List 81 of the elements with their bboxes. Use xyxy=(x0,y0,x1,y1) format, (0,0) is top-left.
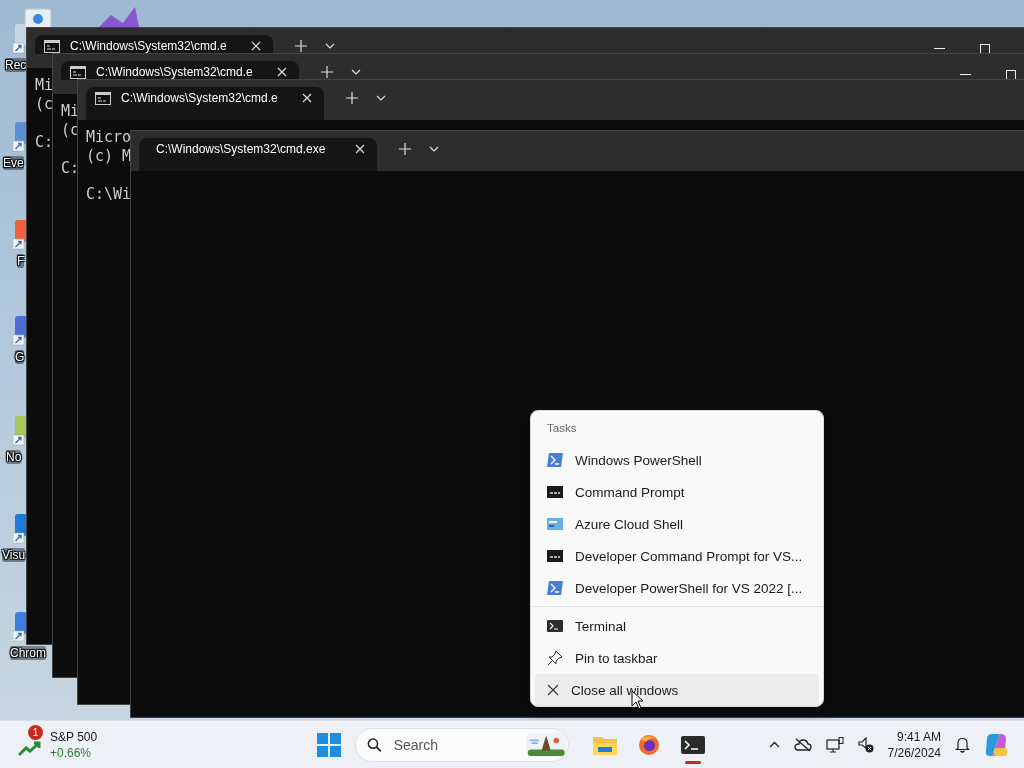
close-icon[interactable] xyxy=(277,67,287,77)
chevron-down-icon[interactable] xyxy=(351,69,361,75)
desktop-icon-label[interactable]: Eve xyxy=(3,156,24,170)
menu-heading: Tasks xyxy=(546,421,578,436)
desktop-icon-label[interactable]: Chrom xyxy=(10,646,46,660)
browser-icon xyxy=(638,733,660,756)
tab-title: C:\Windows\System32\cmd.e xyxy=(121,91,279,105)
desktop-icon-label[interactable]: Rec xyxy=(5,58,27,72)
plus-icon[interactable] xyxy=(295,40,307,52)
running-indicator xyxy=(685,760,701,764)
menu-item[interactable]: Windows PowerShell xyxy=(535,444,819,476)
menu-item[interactable]: Close all windows xyxy=(535,674,819,706)
terminal-icon xyxy=(547,620,563,632)
chevron-down-icon[interactable] xyxy=(429,146,439,152)
command-prompt-icon xyxy=(547,550,563,562)
tab[interactable]: C:\Windows\System32\cmd.exe xyxy=(139,138,377,171)
console-text: (c xyxy=(35,95,54,114)
console-text: Mi xyxy=(35,76,54,95)
console-text: (c) M xyxy=(86,147,132,166)
tab-title: C:\Windows\System32\cmd.e xyxy=(70,39,228,53)
desktop-icon-label[interactable]: No xyxy=(6,450,22,464)
tab-title: C:\Windows\System32\cmd.exe xyxy=(155,142,327,156)
shortcut-icon[interactable] xyxy=(13,122,27,152)
console-text: Micro xyxy=(86,128,132,147)
pin-icon xyxy=(547,650,563,666)
menu-item[interactable]: Command Prompt xyxy=(535,476,819,508)
menu-item[interactable]: Azure Cloud Shell xyxy=(535,508,819,540)
close-icon[interactable] xyxy=(302,93,312,103)
menu-item[interactable]: Developer Command Prompt for VS... xyxy=(535,540,819,572)
search-field[interactable]: Search xyxy=(391,735,516,754)
clock[interactable]: 9:41 AM 7/26/2024 xyxy=(887,728,941,761)
search-bar[interactable]: Search xyxy=(355,727,569,762)
start-icon[interactable] xyxy=(317,732,341,757)
shortcut-icon[interactable] xyxy=(13,416,27,446)
menu-item[interactable]: Pin to taskbar xyxy=(535,642,819,674)
chevron-down-icon[interactable] xyxy=(376,95,386,101)
tab-title: C:\Windows\System32\cmd.e xyxy=(96,65,254,79)
volume-muted-icon[interactable] xyxy=(857,736,874,753)
chevron-up-icon[interactable] xyxy=(768,741,780,748)
command-prompt-icon xyxy=(95,92,111,105)
minimize-icon[interactable] xyxy=(959,74,971,75)
console-text: Mi xyxy=(61,102,80,121)
close-icon[interactable] xyxy=(355,144,365,154)
plus-icon[interactable] xyxy=(399,143,411,155)
network-icon[interactable] xyxy=(825,736,844,753)
command-prompt-icon xyxy=(547,486,563,498)
tab[interactable]: C:\Windows\System32\cmd.e xyxy=(35,35,273,54)
console-text: C: xyxy=(61,159,80,178)
search-icon xyxy=(367,736,382,753)
time-text: 9:41 AM xyxy=(896,728,941,745)
tab[interactable]: C:\Windows\System32\cmd.e xyxy=(61,61,299,80)
powershell-icon xyxy=(547,581,563,595)
plus-icon[interactable] xyxy=(321,66,333,78)
widget-change: +0.66% xyxy=(50,744,93,761)
minimize-icon[interactable] xyxy=(933,48,945,49)
copilot-icon[interactable] xyxy=(984,732,1008,757)
console-text: (c xyxy=(61,121,80,140)
folder-icon xyxy=(593,734,617,755)
terminal-icon xyxy=(681,735,705,754)
chevron-down-icon[interactable] xyxy=(325,43,335,49)
powershell-icon xyxy=(547,453,563,467)
close-icon xyxy=(547,684,559,696)
desktop-icon-label[interactable]: Visu xyxy=(2,548,26,562)
plus-icon[interactable] xyxy=(346,92,358,104)
shortcut-icon[interactable] xyxy=(13,24,27,54)
cloud-off-icon[interactable] xyxy=(793,737,812,752)
cloud-shell-icon xyxy=(547,518,563,530)
console-text: C: xyxy=(35,133,54,152)
menu-item[interactable]: Terminal xyxy=(535,610,819,642)
console-text: C:\Wi xyxy=(86,185,132,204)
tab[interactable]: C:\Windows\System32\cmd.e xyxy=(86,87,324,120)
menu-item[interactable]: Developer PowerShell for VS 2022 [... xyxy=(535,572,819,604)
shortcut-icon[interactable] xyxy=(13,612,27,642)
shortcut-icon[interactable] xyxy=(13,514,27,544)
close-icon[interactable] xyxy=(251,41,261,51)
shortcut-icon[interactable] xyxy=(13,220,27,250)
date-text: 7/26/2024 xyxy=(887,744,941,761)
bell-icon[interactable] xyxy=(955,736,970,753)
widget-title: S&P 500 xyxy=(50,728,98,745)
shortcut-icon[interactable] xyxy=(13,316,27,346)
notification-badge: 1 xyxy=(28,724,43,740)
